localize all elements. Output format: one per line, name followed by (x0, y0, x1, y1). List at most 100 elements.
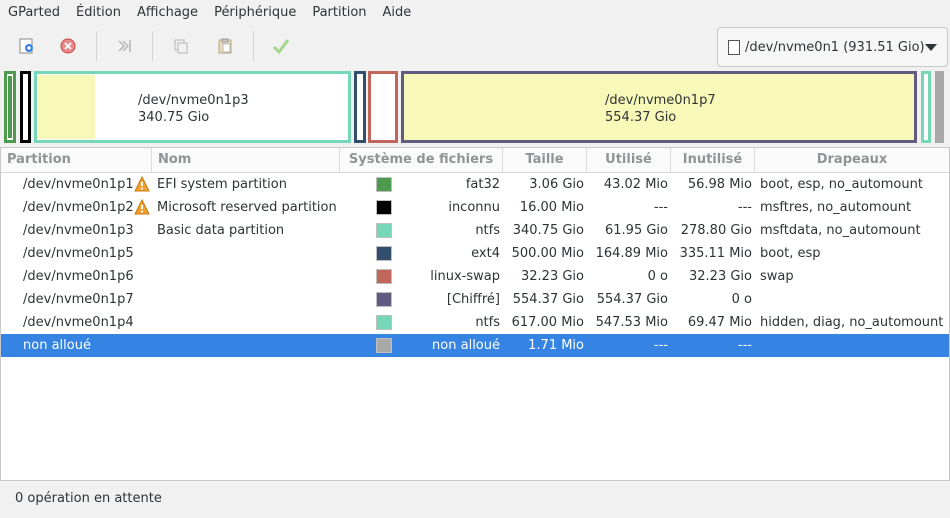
table-row[interactable]: /dev/nvme0n1p3 Basic data partition ntfs 34… (1, 219, 949, 242)
cell-filesystem: non alloué (432, 338, 500, 353)
fs-color-swatch (376, 315, 392, 330)
cell-inutilise: 0 o (731, 292, 752, 307)
fs-color-swatch (376, 223, 392, 238)
fs-color-swatch (376, 269, 392, 284)
cell-utilise: 164.89 Mio (595, 246, 668, 261)
col-taille[interactable]: Taille (503, 148, 587, 172)
menu-edition[interactable]: Édition (68, 0, 129, 25)
partition-map: /dev/nvme0n1p3 340.75 Gio /dev/nvme0n1p7… (4, 71, 946, 143)
cell-partition: /dev/nvme0n1p7 (23, 292, 134, 307)
status-bar: 0 opération en attente (15, 491, 162, 506)
partition-block-p7-size: 554.37 Gio (605, 110, 677, 125)
partition-block-p2[interactable] (20, 71, 31, 143)
col-inutilise[interactable]: Inutilisé (671, 148, 755, 172)
partition-block-p5[interactable] (354, 71, 366, 143)
delete-partition-button[interactable] (54, 32, 82, 60)
cell-filesystem: fat32 (465, 177, 500, 192)
cell-taille: 32.23 Gio (521, 269, 584, 284)
cell-partition: /dev/nvme0n1p5 (23, 246, 134, 261)
partition-block-p4[interactable] (921, 71, 931, 143)
cell-nom (157, 265, 341, 288)
cell-nom (157, 242, 341, 265)
table-row[interactable]: /dev/nvme0n1p2 Microsoft reserved partiti… (1, 196, 949, 219)
cell-partition: /dev/nvme0n1p1 (23, 177, 134, 192)
cell-nom: Microsoft reserved partition (157, 200, 337, 215)
cell-taille: 1.71 Mio (528, 338, 584, 353)
cell-inutilise: --- (737, 200, 752, 215)
toolbar-separator (96, 31, 97, 61)
col-partition[interactable]: Partition (1, 148, 152, 172)
cell-taille: 554.37 Gio (512, 292, 584, 307)
partition-block-p1[interactable] (4, 71, 16, 143)
col-drapeaux[interactable]: Drapeaux (755, 148, 949, 172)
cell-utilise: 554.37 Gio (596, 292, 668, 307)
cell-utilise: 61.95 Gio (605, 223, 668, 238)
copy-button[interactable] (167, 32, 195, 60)
partition-block-p7[interactable]: /dev/nvme0n1p7 554.37 Gio (401, 71, 917, 143)
cell-nom (157, 288, 341, 311)
cell-filesystem: inconnu (448, 200, 500, 215)
menu-aide[interactable]: Aide (375, 0, 420, 25)
table-row[interactable]: /dev/nvme0n1p5 ext4 500.00 Mio 164.89 Mio 33… (1, 242, 949, 265)
menu-peripherique[interactable]: Périphérique (206, 0, 304, 25)
fs-color-swatch (376, 292, 392, 307)
fs-color-swatch (376, 246, 392, 261)
cell-filesystem: linux-swap (430, 269, 500, 284)
disk-icon (728, 39, 740, 55)
cell-taille: 617.00 Mio (511, 315, 584, 330)
menu-affichage[interactable]: Affichage (129, 0, 206, 25)
cell-drapeaux: swap (760, 269, 794, 284)
copy-icon (174, 39, 188, 54)
partition-block-p3-name: /dev/nvme0n1p3 (138, 93, 249, 108)
warning-icon (134, 176, 150, 192)
cell-inutilise: 32.23 Gio (689, 269, 752, 284)
partition-block-p6[interactable] (368, 71, 398, 143)
resize-move-button[interactable] (110, 32, 138, 60)
col-filesystem[interactable]: Système de fichiers (340, 148, 503, 172)
table-row[interactable]: /dev/nvme0n1p1 EFI system partition fat32 3… (1, 173, 949, 196)
menu-partition[interactable]: Partition (304, 0, 374, 25)
table-row[interactable]: non alloué non alloué 1.71 Mio --- --- (1, 334, 949, 357)
cell-nom (157, 334, 341, 357)
cell-drapeaux (760, 288, 948, 311)
cell-drapeaux: hidden, diag, no_automount (760, 315, 944, 330)
resize-move-icon (118, 40, 131, 52)
table-row[interactable]: /dev/nvme0n1p7 [Chiffré] 554.37 Gio 554.37 … (1, 288, 949, 311)
cell-partition: /dev/nvme0n1p6 (23, 269, 134, 284)
partition-table: Partition Nom Système de fichiers Taille… (0, 147, 950, 481)
cell-inutilise: --- (737, 338, 752, 353)
partition-block-p3[interactable]: /dev/nvme0n1p3 340.75 Gio (34, 71, 351, 143)
cell-drapeaux: boot, esp, no_automount (760, 177, 923, 192)
col-utilise[interactable]: Utilisé (587, 148, 671, 172)
cell-drapeaux (760, 334, 948, 357)
menu-gparted[interactable]: GParted (0, 0, 68, 25)
paste-button[interactable] (211, 32, 239, 60)
col-nom[interactable]: Nom (152, 148, 340, 172)
cell-taille: 340.75 Gio (512, 223, 584, 238)
chevron-down-icon (925, 44, 937, 51)
fs-color-swatch (376, 200, 392, 215)
cell-taille: 16.00 Mio (519, 200, 584, 215)
cell-utilise: 43.02 Mio (603, 177, 668, 192)
cell-drapeaux: msftres, no_automount (760, 200, 912, 215)
fs-color-swatch (376, 177, 392, 192)
apply-icon (272, 39, 290, 55)
cell-utilise: 547.53 Mio (595, 315, 668, 330)
cell-inutilise: 278.80 Gio (680, 223, 752, 238)
toolbar: /dev/nvme0n1 (931.51 Gio) (0, 25, 950, 68)
partition-block-unallocated[interactable] (935, 71, 944, 143)
toolbar-separator (152, 31, 153, 61)
device-selector[interactable]: /dev/nvme0n1 (931.51 Gio) (717, 27, 948, 67)
cell-partition: /dev/nvme0n1p3 (23, 223, 134, 238)
cell-filesystem: [Chiffré] (446, 292, 500, 307)
cell-partition: non alloué (23, 338, 91, 353)
cell-filesystem: ntfs (475, 315, 500, 330)
cell-inutilise: 335.11 Mio (679, 246, 752, 261)
cell-utilise: --- (653, 200, 668, 215)
apply-button[interactable] (267, 32, 295, 60)
table-row[interactable]: /dev/nvme0n1p6 linux-swap 32.23 Gio 0 o 32.2… (1, 265, 949, 288)
new-partition-button[interactable] (12, 32, 40, 60)
paste-icon (218, 38, 232, 54)
table-header: Partition Nom Système de fichiers Taille… (1, 148, 949, 173)
table-row[interactable]: /dev/nvme0n1p4 ntfs 617.00 Mio 547.53 Mio 69… (1, 311, 949, 334)
